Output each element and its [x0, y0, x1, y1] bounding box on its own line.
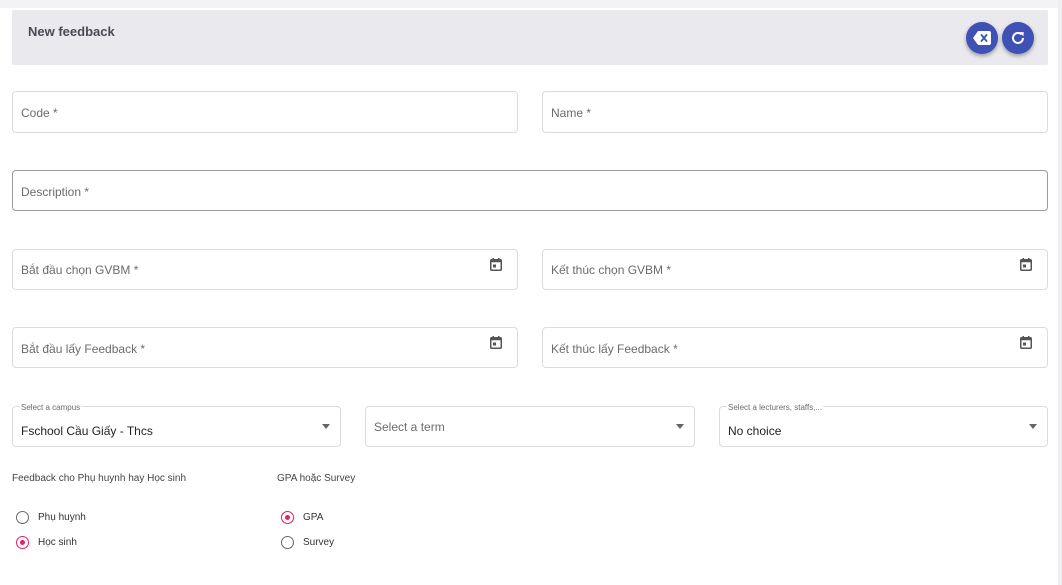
- refresh-icon: [1012, 31, 1024, 44]
- card-header: New feedback: [12, 10, 1048, 65]
- start-feedback-date-field[interactable]: Bắt đầu lấy Feedback *: [12, 327, 518, 368]
- code-label: Code *: [21, 106, 58, 120]
- type-group-label: GPA hoặc Survey: [277, 473, 356, 484]
- clear-button[interactable]: [966, 22, 998, 54]
- lecturers-select[interactable]: Select a lecturers, staffs,... No choice: [719, 403, 1048, 447]
- calendar-icon[interactable]: [1020, 258, 1032, 271]
- chevron-down-icon[interactable]: [322, 424, 330, 429]
- radio-survey[interactable]: Survey: [281, 536, 334, 549]
- target-group-label: Feedback cho Phụ huynh hay Học sinh: [12, 473, 186, 484]
- top-bar: [0, 0, 1062, 8]
- end-feedback-date-field[interactable]: Kết thúc lấy Feedback *: [542, 327, 1048, 368]
- name-field[interactable]: Name *: [542, 91, 1048, 133]
- radio-student-label: Học sinh: [38, 537, 77, 548]
- calendar-icon[interactable]: [1020, 336, 1032, 349]
- radio-parent-label: Phụ huynh: [38, 512, 86, 523]
- scrollbar-track[interactable]: [1058, 0, 1062, 585]
- refresh-button[interactable]: [1002, 22, 1034, 54]
- lecturers-select-value: No choice: [728, 424, 782, 438]
- radio-circle[interactable]: [16, 536, 29, 549]
- radio-parent[interactable]: Phụ huynh: [16, 511, 86, 524]
- name-label: Name *: [551, 106, 592, 120]
- radio-gpa[interactable]: GPA: [281, 511, 323, 524]
- term-select[interactable]: Select a term: [365, 406, 695, 447]
- radio-circle[interactable]: [281, 511, 294, 524]
- start-teacher-date-field[interactable]: Bắt đầu chọn GVBM *: [12, 249, 518, 290]
- radio-circle[interactable]: [281, 536, 294, 549]
- start-feedback-label: Bắt đầu lấy Feedback *: [21, 342, 146, 356]
- description-label: Description *: [21, 185, 90, 199]
- end-teacher-label: Kết thúc chọn GVBM *: [551, 263, 672, 277]
- term-select-placeholder: Select a term: [374, 420, 445, 434]
- campus-select-label: Select a campus: [20, 403, 82, 412]
- chevron-down-icon[interactable]: [1029, 424, 1037, 429]
- radio-gpa-label: GPA: [303, 512, 324, 523]
- page: New feedback Code * Name * Description *…: [0, 0, 1062, 585]
- backspace-clear-icon: [973, 31, 991, 45]
- calendar-icon[interactable]: [490, 336, 502, 349]
- radio-circle[interactable]: [16, 511, 29, 524]
- chevron-down-icon[interactable]: [676, 424, 684, 429]
- radio-student[interactable]: Học sinh: [16, 536, 77, 549]
- end-feedback-label: Kết thúc lấy Feedback *: [551, 342, 678, 356]
- page-title: New feedback: [28, 24, 115, 39]
- description-field[interactable]: Description *: [12, 170, 1048, 211]
- code-field[interactable]: Code *: [12, 91, 518, 133]
- radio-survey-label: Survey: [303, 537, 335, 548]
- start-teacher-label: Bắt đầu chọn GVBM *: [21, 263, 139, 277]
- campus-select-value: Fschool Cầu Giấy - Thcs: [21, 424, 153, 438]
- end-teacher-date-field[interactable]: Kết thúc chọn GVBM *: [542, 249, 1048, 290]
- campus-select[interactable]: Select a campus Fschool Cầu Giấy - Thcs: [12, 403, 341, 447]
- calendar-icon[interactable]: [490, 258, 502, 271]
- lecturers-select-label: Select a lecturers, staffs,...: [727, 403, 824, 412]
